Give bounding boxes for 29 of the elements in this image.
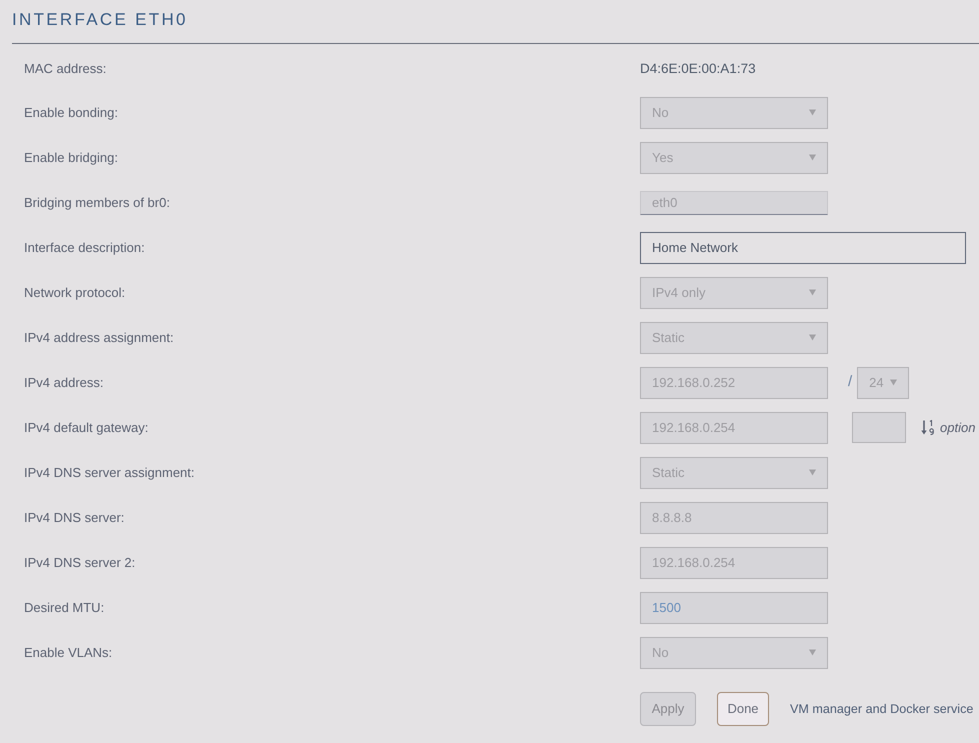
field-label: IPv4 DNS server assignment: (24, 464, 195, 480)
sort-icon (921, 420, 935, 435)
optional-hint: option (940, 418, 976, 437)
field-label: Desired MTU: (24, 600, 104, 615)
status-note: VM manager and Docker service (790, 700, 974, 718)
field-label: IPv4 default gateway: (24, 420, 148, 435)
field-label: Network protocol: (24, 284, 126, 300)
caret-icon (890, 379, 898, 386)
field-label: IPv4 DNS server: (24, 510, 124, 525)
field-label: IPv4 DNS server 2: (24, 554, 136, 570)
field-label: IPv4 address: (24, 374, 104, 390)
field-label: Enable bridging: (24, 150, 118, 165)
field-value: D4:6E:0E:00:A1:73 (640, 60, 756, 78)
field-label: MAC address: (24, 61, 106, 76)
field-label: Bridging members of br0: (24, 194, 170, 210)
slash-separator: / (848, 372, 852, 392)
caret-icon (809, 649, 816, 656)
caret-icon (809, 109, 816, 116)
caret-icon (809, 289, 816, 296)
field-label: Enable bonding: (24, 104, 118, 120)
caret-icon (809, 469, 816, 476)
field-label: Interface description: (24, 240, 145, 255)
caret-icon (809, 334, 816, 341)
field-label: IPv4 address assignment: (24, 330, 174, 345)
done-button[interactable]: Done (717, 692, 769, 726)
page-title: INTERFACE ETH0 (12, 9, 188, 31)
caret-icon (809, 154, 816, 161)
field-label: Enable VLANs: (24, 644, 112, 660)
input-field[interactable]: Home Network (640, 232, 966, 264)
